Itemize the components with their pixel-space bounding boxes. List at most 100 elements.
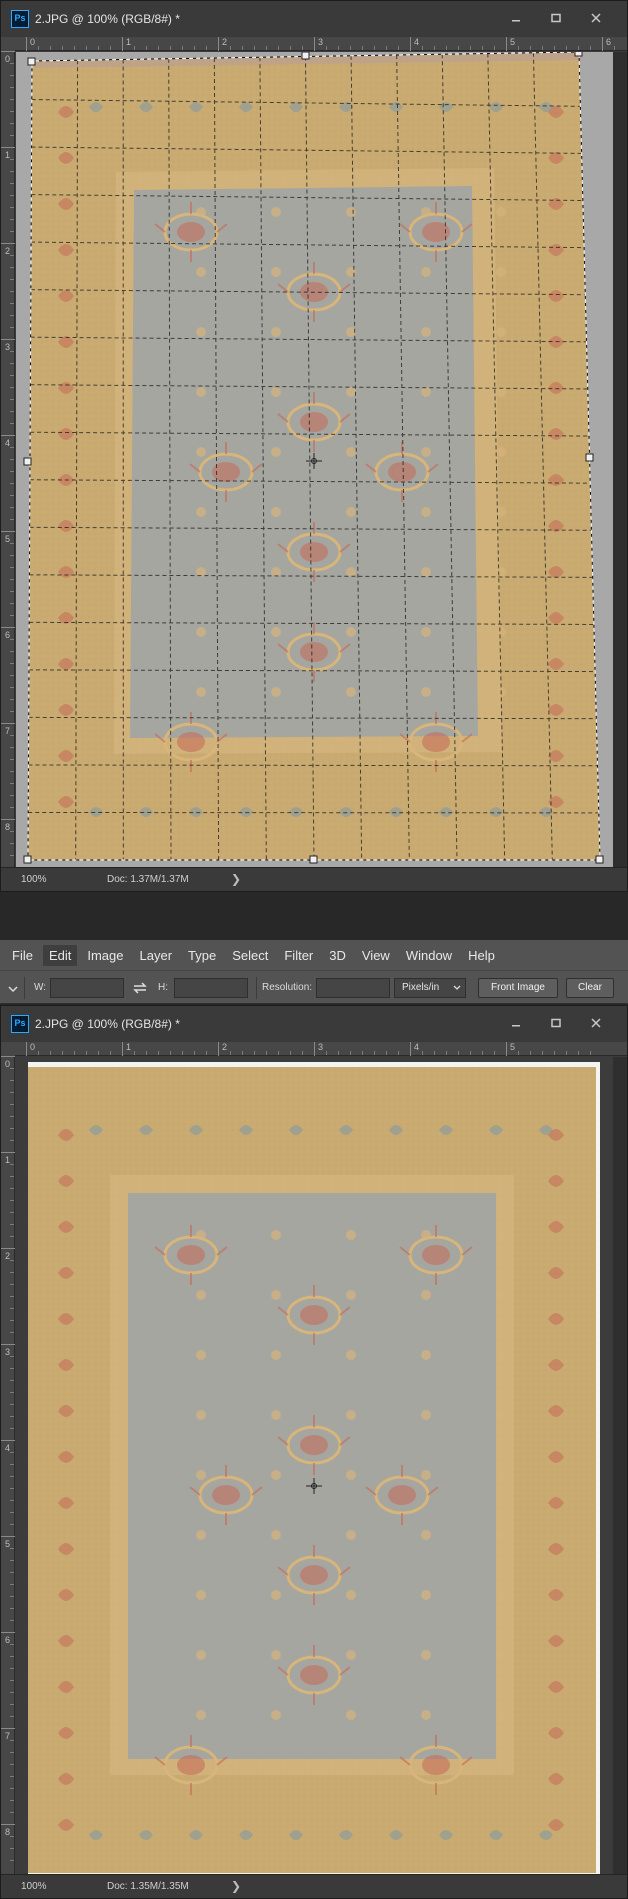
menu-file[interactable]: File <box>6 945 39 966</box>
ruler-v-tick: 4 <box>1 1440 15 1453</box>
ruler-h-tick: 3 <box>314 1042 323 1056</box>
document-titlebar[interactable]: Ps 2.JPG @ 100% (RGB/8#) * <box>1 1 627 37</box>
zoom-level[interactable]: 100% <box>21 874 47 885</box>
status-menu-arrow-icon[interactable]: ❯ <box>231 1879 241 1893</box>
close-icon <box>591 13 601 23</box>
ruler-v-tick: 3 <box>1 339 15 352</box>
ruler-v-tick: 1 <box>1 147 15 160</box>
rug-image <box>28 1062 600 1874</box>
ruler-v-tick: 8 <box>1 819 15 832</box>
ruler-h-label: 1 <box>126 1042 132 1052</box>
handle-top-left <box>27 57 36 66</box>
menu-view[interactable]: View <box>356 945 396 966</box>
maximize-button[interactable] <box>539 7 573 29</box>
vertical-scrollbar[interactable] <box>613 1057 627 1874</box>
photoshop-icon: Ps <box>11 10 29 28</box>
chevron-down-icon <box>8 986 18 993</box>
status-bar: 100% Doc: 1.35M/1.35M ❯ <box>1 1874 627 1898</box>
menu-3d[interactable]: 3D <box>323 945 352 966</box>
handle-middle-left <box>23 457 32 466</box>
close-button[interactable] <box>579 1012 613 1034</box>
ruler-h-tick: 4 <box>410 37 419 51</box>
document-titlebar[interactable]: Ps 2.JPG @ 100% (RGB/8#) * <box>1 1006 627 1042</box>
chevron-down-icon <box>453 985 461 990</box>
ruler-h-tick: 2 <box>218 1042 227 1056</box>
swap-dimensions-button[interactable] <box>132 978 148 998</box>
vertical-ruler[interactable]: 0 1 2 3 4 5 6 7 8 <box>1 51 15 867</box>
resolution-input[interactable] <box>316 978 390 998</box>
status-bar: 100% Doc: 1.37M/1.37M ❯ <box>1 867 627 891</box>
ruler-h-label: 0 <box>30 37 36 47</box>
handle-bottom-left <box>23 855 32 864</box>
ruler-h-label: 1 <box>126 37 132 47</box>
ruler-h-label: 5 <box>510 37 516 47</box>
ruler-h-label: 3 <box>318 1042 324 1052</box>
menu-edit[interactable]: Edit <box>42 944 78 966</box>
zoom-level[interactable]: 100% <box>21 1881 47 1892</box>
handle-top-center <box>301 52 310 60</box>
ruler-h-tick: 4 <box>410 1042 419 1056</box>
document-title: 2.JPG @ 100% (RGB/8#) * <box>35 1017 180 1031</box>
ruler-h-tick: 2 <box>218 37 227 51</box>
ruler-h-label: 4 <box>414 37 420 47</box>
height-label: H: <box>158 982 168 993</box>
ruler-v-tick: 6 <box>1 627 15 640</box>
maximize-button[interactable] <box>539 1012 573 1034</box>
document-canvas[interactable] <box>16 52 613 867</box>
menu-bar: File Edit Image Layer Type Select Filter 3D View… <box>0 940 628 970</box>
menu-window[interactable]: Window <box>400 945 458 966</box>
options-bar: W: H: Resolution: Pixels/in Front Image … <box>0 970 628 1004</box>
resolution-units-select[interactable]: Pixels/in <box>394 978 466 998</box>
vertical-ruler[interactable]: 0 1 2 3 4 5 6 7 8 <box>1 1056 15 1874</box>
menu-select[interactable]: Select <box>226 945 274 966</box>
ruler-h-tick: 5 <box>506 37 515 51</box>
tool-preset-picker[interactable] <box>6 978 20 998</box>
resolution-label: Resolution: <box>262 982 313 993</box>
canvas-svg <box>23 52 604 864</box>
vertical-scrollbar[interactable] <box>613 52 627 867</box>
menu-layer[interactable]: Layer <box>134 945 179 966</box>
ruler-v-tick: 7 <box>1 723 15 736</box>
document-size: Doc: 1.37M/1.37M <box>107 874 189 885</box>
ruler-v-tick: 0 <box>1 1056 15 1069</box>
horizontal-ruler[interactable]: 0 1 2 3 4 5 <box>15 1042 627 1056</box>
menu-type[interactable]: Type <box>182 945 222 966</box>
status-menu-arrow-icon[interactable]: ❯ <box>231 872 241 886</box>
minimize-icon <box>512 1025 520 1027</box>
swap-arrows-icon <box>133 982 147 994</box>
height-input[interactable] <box>174 978 248 998</box>
ruler-corner[interactable] <box>1 1042 15 1056</box>
ruler-h-label: 4 <box>414 1042 420 1052</box>
menu-filter[interactable]: Filter <box>278 945 319 966</box>
width-input[interactable] <box>50 978 124 998</box>
front-image-button[interactable]: Front Image <box>478 978 558 998</box>
document-title: 2.JPG @ 100% (RGB/8#) * <box>35 12 180 26</box>
photoshop-icon: Ps <box>11 1015 29 1033</box>
close-button[interactable] <box>579 7 613 29</box>
menu-image[interactable]: Image <box>81 945 129 966</box>
ruler-h-label: 2 <box>222 37 228 47</box>
ruler-corner[interactable] <box>1 37 15 51</box>
document-window-bottom: Ps 2.JPG @ 100% (RGB/8#) * 0 1 2 3 4 5 0 1 2 3 4 5… <box>0 1005 628 1899</box>
ruler-v-tick: 2 <box>1 1248 15 1261</box>
ruler-v-tick: 8 <box>1 1824 15 1837</box>
ruler-h-tick: 3 <box>314 37 323 51</box>
ruler-h-label: 0 <box>30 1042 36 1052</box>
ruler-h-tick: 0 <box>26 1042 35 1056</box>
width-label: W: <box>34 982 47 993</box>
ruler-v-tick: 0 <box>1 51 15 64</box>
maximize-icon <box>551 1018 561 1028</box>
ruler-v-tick: 3 <box>1 1344 15 1357</box>
ruler-h-label: 5 <box>510 1042 516 1052</box>
document-canvas[interactable] <box>16 1057 613 1874</box>
ruler-v-tick: 5 <box>1 531 15 544</box>
minimize-button[interactable] <box>499 7 533 29</box>
minimize-icon <box>512 20 520 22</box>
menu-help[interactable]: Help <box>462 945 501 966</box>
horizontal-ruler[interactable]: 0 1 2 3 4 5 6 <box>15 37 627 51</box>
minimize-button[interactable] <box>499 1012 533 1034</box>
ruler-v-tick: 1 <box>1 1152 15 1165</box>
ruler-v-tick: 6 <box>1 1632 15 1645</box>
ruler-v-tick: 4 <box>1 435 15 448</box>
clear-button[interactable]: Clear <box>566 978 614 998</box>
